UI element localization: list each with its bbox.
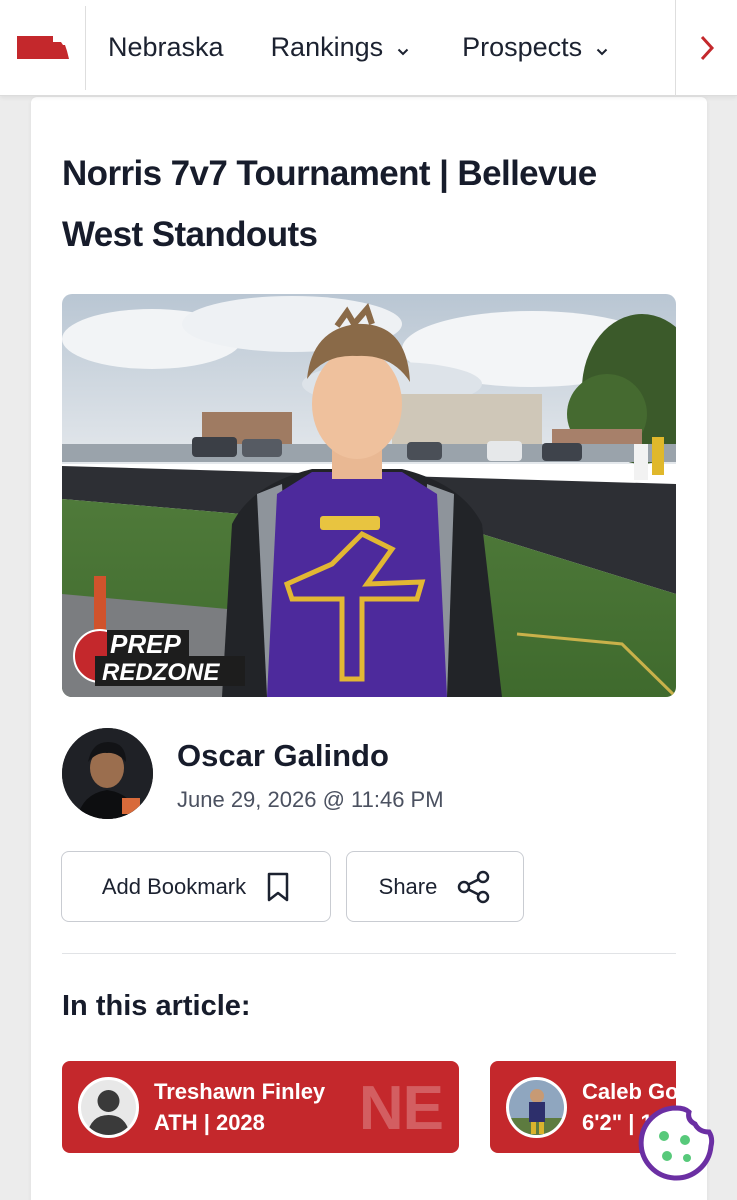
nav-prospects[interactable]: Prospects — [462, 32, 608, 63]
in-this-article-heading: In this article: — [62, 990, 251, 1022]
nebraska-state-icon — [16, 35, 69, 59]
share-button[interactable]: Share — [346, 851, 524, 922]
watermark-prep: PREP — [110, 629, 181, 659]
author-byline: Oscar Galindo June 29, 2026 @ 11:46 PM — [62, 728, 676, 820]
add-bookmark-label: Add Bookmark — [101, 873, 247, 899]
nebraska-logo[interactable] — [0, 5, 86, 90]
nav-nebraska[interactable]: Nebraska — [108, 32, 224, 63]
cookie-icon — [638, 1105, 715, 1181]
nav-rankings-label: Rankings — [270, 32, 384, 62]
share-label: Share — [378, 873, 438, 899]
article-card: Norris 7v7 Tournament | Bellevue West St… — [31, 97, 707, 1200]
add-bookmark-button[interactable]: Add Bookmark — [61, 851, 331, 922]
nav-prospects-label: Prospects — [462, 32, 583, 62]
hero-photo: PREP REDZONE — [62, 294, 676, 697]
player-card[interactable]: Treshawn Finley ATH | 2028 NE — [62, 1061, 459, 1153]
player-avatar — [78, 1077, 139, 1138]
player-avatar — [506, 1077, 567, 1138]
hero-image[interactable]: PREP REDZONE — [62, 294, 676, 697]
nav-scroll-right-button[interactable] — [675, 0, 737, 96]
article-title: Norris 7v7 Tournament | Bellevue West St… — [62, 154, 597, 254]
chevron-down-icon — [397, 32, 409, 63]
player-name: Caleb Go — [582, 1079, 676, 1104]
publish-date: June 29, 2026 @ 11:46 PM — [177, 787, 444, 812]
player-name: Treshawn Finley — [154, 1079, 326, 1104]
author-avatar[interactable] — [62, 728, 153, 819]
section-divider — [62, 953, 676, 954]
nav-nebraska-label: Nebraska — [108, 32, 224, 62]
watermark-redzone: REDZONE — [102, 659, 220, 686]
chevron-right-icon — [700, 35, 714, 61]
bookmark-icon — [266, 872, 290, 902]
nav-rankings[interactable]: Rankings — [271, 32, 410, 63]
player-position-class: ATH | 2028 — [154, 1110, 265, 1135]
share-icon — [457, 870, 491, 904]
chevron-down-icon — [596, 32, 608, 63]
player-state-badge: NE — [358, 1074, 444, 1143]
cookie-settings-button[interactable] — [637, 1104, 715, 1182]
top-navigation: Nebraska Rankings Prospects — [0, 0, 737, 96]
author-name[interactable]: Oscar Galindo — [177, 738, 389, 774]
player-carousel[interactable]: Treshawn Finley ATH | 2028 NE Caleb Go 6… — [62, 1061, 676, 1153]
